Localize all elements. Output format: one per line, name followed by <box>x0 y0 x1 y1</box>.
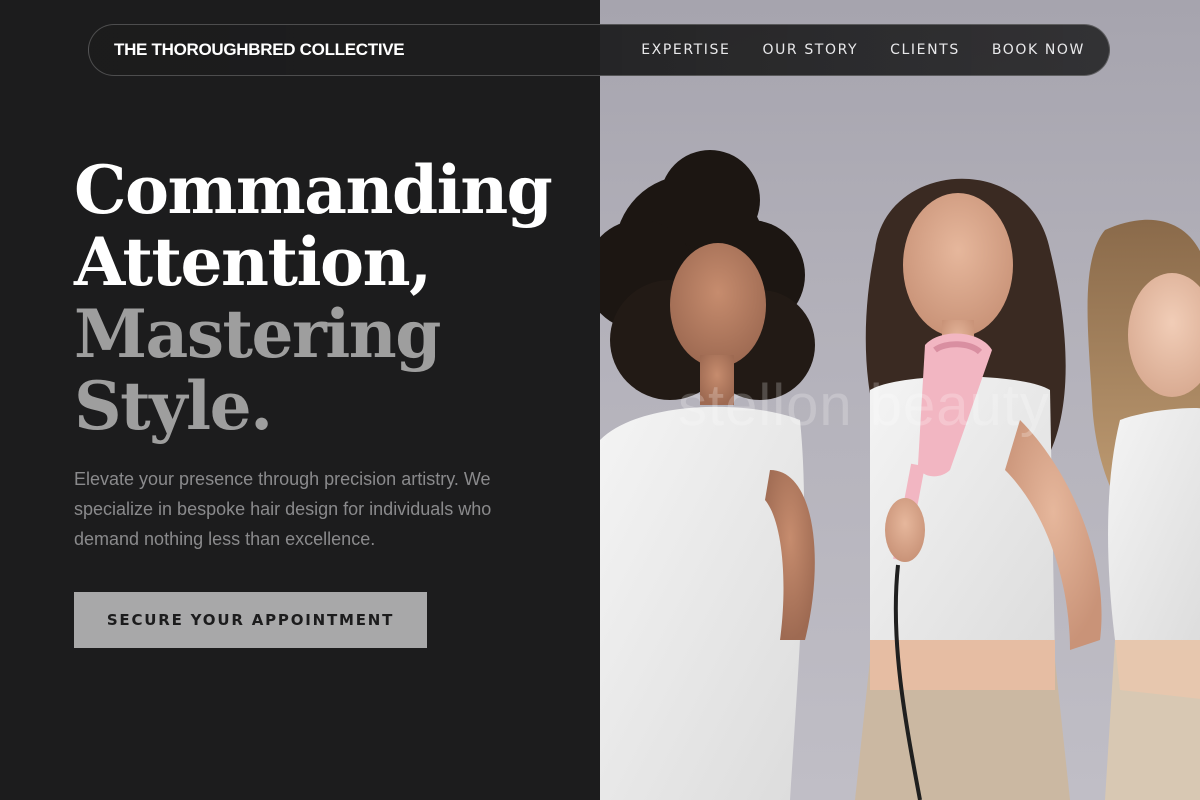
nav-link-clients[interactable]: CLIENTS <box>890 42 960 58</box>
headline-line-2: Attention, <box>74 223 432 301</box>
headline-line-4: Style. <box>74 367 273 445</box>
secure-appointment-button[interactable]: SECURE YOUR APPOINTMENT <box>74 592 427 648</box>
watermark-text: stellon beauty <box>678 373 1050 438</box>
brand-logo[interactable]: THE THOROUGHBRED COLLECTIVE <box>114 40 405 60</box>
nav-link-book-now[interactable]: BOOK NOW <box>992 42 1085 58</box>
nav-link-expertise[interactable]: EXPERTISE <box>641 42 730 58</box>
hero-headline: Commanding Attention, Mastering Style. <box>74 151 553 445</box>
headline-line-3: Mastering <box>74 295 441 373</box>
model-right <box>1087 219 1200 800</box>
nav-link-our-story[interactable]: OUR STORY <box>762 42 858 58</box>
headline-line-1: Commanding <box>74 151 553 229</box>
top-navbar: THE THOROUGHBRED COLLECTIVE EXPERTISE OU… <box>88 24 1110 76</box>
hero-photo: stellon beauty <box>600 0 1200 800</box>
hero-description: Elevate your presence through precision … <box>74 469 492 549</box>
model-center <box>855 178 1102 800</box>
nav-links: EXPERTISE OUR STORY CLIENTS BOOK NOW <box>641 42 1085 58</box>
